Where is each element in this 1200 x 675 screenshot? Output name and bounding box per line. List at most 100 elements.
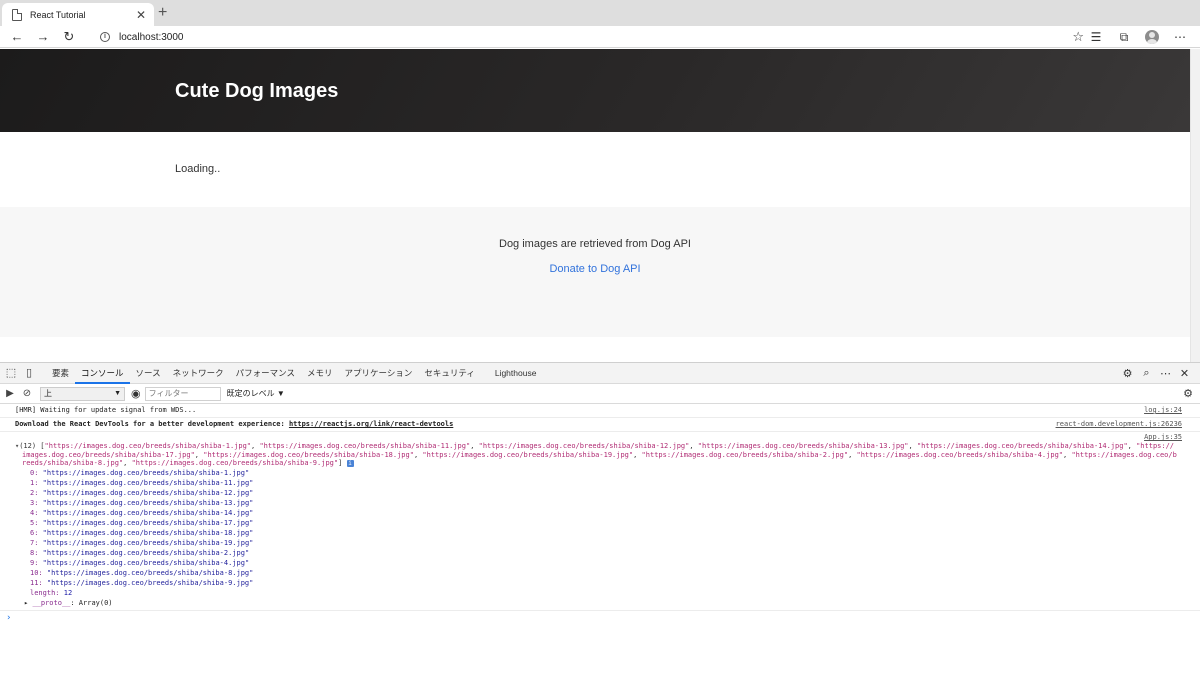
array-item-row: 9: "https://images.dog.ceo/breeds/shiba/…: [15, 558, 1182, 568]
context-select[interactable]: 上 ▼: [40, 386, 125, 401]
devtools-tab-bar: ⬚ ▯ 要素 コンソール ソース ネットワーク パフォーマンス メモリ アプリケ…: [0, 363, 1200, 384]
array-header-prefix: (12) [: [19, 442, 45, 450]
array-item-index: 6:: [30, 528, 43, 537]
footer-text: Dog images are retrieved from Dog API: [499, 238, 691, 250]
info-icon[interactable]: i: [346, 459, 354, 467]
array-header-item: "https://images.dog.ceo/breeds/shiba/shi…: [697, 442, 909, 450]
tab-console[interactable]: コンソール: [75, 363, 130, 384]
array-item-row: 6: "https://images.dog.ceo/breeds/shiba/…: [15, 528, 1182, 538]
browser-toolbar: ← → ↻ i localhost:3000 ☆ ☰ ⧉ ⋯: [0, 26, 1200, 48]
more-icon[interactable]: ⋯: [1156, 367, 1175, 380]
array-header-item: "https://images.dog.ceo/breeds/shiba/shi…: [259, 442, 471, 450]
array-header-item: "https://images.dog.ceo/breeds/shiba/shi…: [203, 450, 414, 459]
tab-application[interactable]: アプリケーション: [338, 363, 418, 384]
array-item-value: "https://images.dog.ceo/breeds/shiba/shi…: [42, 558, 250, 567]
array-item-row: 3: "https://images.dog.ceo/breeds/shiba/…: [15, 498, 1182, 508]
tab-title: React Tutorial: [30, 9, 86, 20]
collections-icon[interactable]: ⧉: [1110, 30, 1138, 45]
array-header-item: "https://images.dog.ceo/breeds/shiba/shi…: [916, 442, 1128, 450]
array-item-index: 7:: [30, 538, 43, 547]
donate-link[interactable]: Donate to Dog API: [0, 263, 1190, 275]
proto-key: __proto__: [32, 598, 71, 607]
array-item-value: "https://images.dog.ceo/breeds/shiba/shi…: [42, 538, 254, 547]
info-icon[interactable]: i: [100, 32, 110, 42]
array-item-index: 2:: [30, 488, 43, 497]
log-message: Download the React DevTools for a better…: [15, 420, 289, 428]
console-prompt[interactable]: ›: [0, 611, 1200, 625]
array-item-index: 0:: [30, 468, 43, 477]
eye-icon[interactable]: ◉: [131, 387, 141, 400]
devtools-link[interactable]: https://reactjs.org/link/react-devtools: [289, 420, 453, 428]
log-source-link[interactable]: log.js:24: [1144, 406, 1182, 415]
page-title: Cute Dog Images: [175, 80, 339, 102]
array-item-index: 8:: [30, 548, 43, 557]
new-tab-button[interactable]: +: [158, 5, 167, 21]
tab-performance[interactable]: パフォーマンス: [230, 363, 301, 384]
tab-sources[interactable]: ソース: [130, 363, 167, 384]
reload-icon[interactable]: ↻: [56, 26, 82, 48]
array-item-value: "https://images.dog.ceo/breeds/shiba/shi…: [42, 498, 254, 507]
feedback-icon[interactable]: ⌕: [1137, 367, 1156, 380]
array-header[interactable]: ▾(12) ["https://images.dog.ceo/breeds/sh…: [15, 442, 1182, 468]
array-item-row: 8: "https://images.dog.ceo/breeds/shiba/…: [15, 548, 1182, 558]
array-item-row: 11: "https://images.dog.ceo/breeds/shiba…: [15, 578, 1182, 588]
console-log-line: Download the React DevTools for a better…: [0, 418, 1200, 432]
tab-memory[interactable]: メモリ: [301, 363, 339, 384]
inspect-element-icon[interactable]: ⬚: [4, 366, 18, 380]
loading-text: Loading..: [175, 163, 221, 175]
array-items: 0: "https://images.dog.ceo/breeds/shiba/…: [15, 468, 1182, 588]
tab-network[interactable]: ネットワーク: [167, 363, 230, 384]
array-item-index: 10:: [30, 568, 47, 577]
browser-right-tools: ☰ ⧉ ⋯: [1082, 26, 1194, 48]
array-item-index: 3:: [30, 498, 43, 507]
profile-avatar[interactable]: [1145, 30, 1159, 44]
console-log-line: [HMR] Waiting for update signal from WDS…: [0, 404, 1200, 418]
expand-triangle-icon[interactable]: ▸: [24, 599, 28, 607]
tab-lighthouse[interactable]: Lighthouse: [489, 363, 543, 384]
array-item-value: "https://images.dog.ceo/breeds/shiba/shi…: [46, 568, 254, 577]
log-source-link[interactable]: App.js:35: [1144, 433, 1182, 442]
page-scrollbar[interactable]: [1190, 49, 1200, 362]
clear-console-icon[interactable]: ⊘: [20, 388, 34, 399]
browser-tab[interactable]: React Tutorial ✕: [2, 3, 154, 26]
close-icon[interactable]: ✕: [134, 8, 148, 22]
array-header-suffix: ]: [338, 459, 347, 467]
array-item-value: "https://images.dog.ceo/breeds/shiba/shi…: [42, 488, 254, 497]
tab-security[interactable]: セキュリティ: [418, 363, 481, 384]
console-filter-bar: ▶ ⊘ 上 ▼ ◉ フィルター 既定のレベル ▼ ⚙: [0, 384, 1200, 404]
device-toolbar-icon[interactable]: ▯: [22, 366, 36, 380]
array-item-index: 9:: [30, 558, 43, 567]
page-icon: [12, 8, 22, 21]
close-icon[interactable]: ✕: [1175, 367, 1194, 380]
more-icon[interactable]: ⋯: [1166, 30, 1194, 44]
back-arrow-icon[interactable]: ←: [4, 26, 30, 48]
array-proto[interactable]: ▸ __proto__: Array(0): [15, 598, 1182, 608]
page-footer: Dog images are retrieved from Dog API Do…: [0, 207, 1190, 337]
tab-elements[interactable]: 要素: [46, 363, 75, 384]
sidebar-toggle-icon[interactable]: ▶: [3, 388, 17, 399]
hero-section: Cute Dog Images: [0, 49, 1190, 132]
array-item-index: 4:: [30, 508, 43, 517]
browser-tab-bar: React Tutorial ✕ +: [0, 0, 1200, 26]
array-item-index: 5:: [30, 518, 43, 527]
array-header-item: "https://images.dog.ceo/breeds/shiba/shi…: [478, 442, 690, 450]
array-header-item: "https://images.dog.ceo/breeds/shiba/shi…: [131, 459, 339, 467]
url-text[interactable]: localhost:3000: [119, 32, 184, 43]
favorites-icon[interactable]: ☰: [1082, 30, 1110, 44]
forward-arrow-icon[interactable]: →: [30, 26, 56, 48]
page-viewport: Cute Dog Images Loading.. Dog images are…: [0, 49, 1190, 362]
chevron-down-icon: ▼: [114, 389, 121, 397]
address-bar[interactable]: i localhost:3000 ☆: [90, 28, 1090, 46]
array-item-row: 7: "https://images.dog.ceo/breeds/shiba/…: [15, 538, 1182, 548]
gear-icon[interactable]: ⚙: [1118, 367, 1137, 380]
console-array-log: App.js:35 ▾(12) ["https://images.dog.ceo…: [0, 432, 1200, 611]
array-spacer: [15, 434, 1182, 442]
log-level-select[interactable]: 既定のレベル ▼: [227, 388, 285, 399]
filter-input[interactable]: フィルター: [144, 386, 221, 401]
array-header-item: "https://images.dog.ceo/breeds/shiba/shi…: [44, 442, 252, 450]
log-source-link[interactable]: react-dom.development.js:26236: [1056, 420, 1182, 429]
array-item-value: "https://images.dog.ceo/breeds/shiba/shi…: [42, 508, 254, 517]
console-settings-icon[interactable]: ⚙: [1183, 387, 1193, 400]
length-value: 12: [63, 588, 73, 597]
array-item-row: 0: "https://images.dog.ceo/breeds/shiba/…: [15, 468, 1182, 478]
